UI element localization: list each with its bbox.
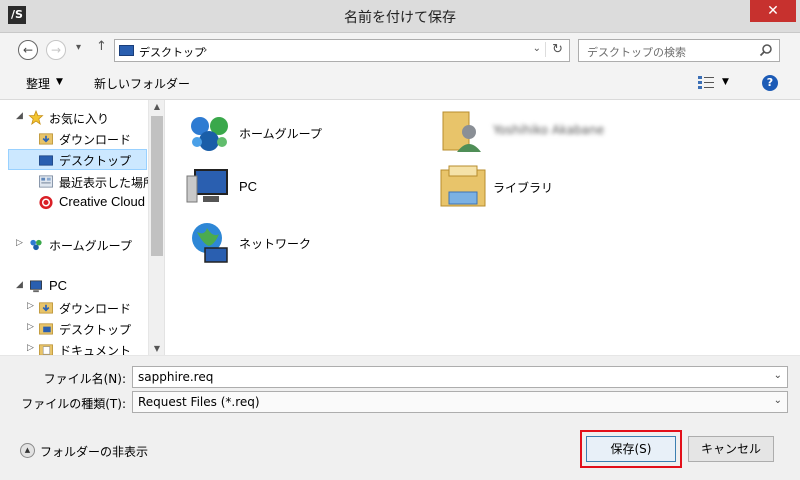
nav-item-homegroup[interactable]: ▷ ホームグループ bbox=[0, 234, 148, 255]
nav-item-creative-cloud[interactable]: Creative Cloud bbox=[0, 192, 148, 213]
save-form: ファイル名(N): sapphire.req ⌄ ファイルの種類(T): Req… bbox=[0, 355, 800, 480]
new-folder-button[interactable]: 新しいフォルダー bbox=[94, 75, 190, 92]
close-button[interactable]: ✕ bbox=[750, 0, 796, 22]
nav-item-pc-documents[interactable]: ▷ ドキュメント bbox=[0, 339, 148, 355]
title-bar: /S 名前を付けて保存 ✕ bbox=[0, 0, 800, 32]
content-item-label: ホームグループ bbox=[239, 127, 322, 141]
nav-item-label: 最近表示した場所 bbox=[59, 176, 156, 190]
file-list-pane: ホームグループ Yoshihiko Akabane PC ライブラリ ネットワー… bbox=[165, 100, 800, 355]
user-folder-icon bbox=[442, 111, 481, 152]
documents-folder-icon bbox=[39, 344, 53, 355]
nav-item-label: ダウンロード bbox=[59, 302, 132, 316]
nav-item-label: ドキュメント bbox=[59, 344, 132, 355]
chevron-right-icon[interactable]: › bbox=[203, 43, 207, 56]
nav-item-label: Creative Cloud bbox=[59, 194, 145, 209]
nav-item-label: デスクトップ bbox=[59, 154, 132, 168]
command-bar: 整理 ▼ 新しいフォルダー ▼ ? bbox=[0, 66, 800, 100]
content-item-label: ネットワーク bbox=[239, 237, 312, 251]
address-history-dropdown[interactable]: ⌄ bbox=[533, 43, 541, 54]
content-item-label: Yoshihiko Akabane bbox=[493, 123, 605, 137]
chevron-down-icon[interactable]: ⌄ bbox=[774, 370, 782, 381]
content-item-homegroup[interactable]: ホームグループ bbox=[185, 108, 405, 158]
libraries-icon bbox=[440, 165, 486, 207]
expanded-icon[interactable]: ◢ bbox=[16, 111, 23, 121]
save-button[interactable]: 保存(S) bbox=[586, 436, 676, 462]
scroll-down-icon[interactable]: ▼ bbox=[149, 344, 164, 353]
view-dropdown-icon[interactable]: ▼ bbox=[722, 77, 729, 87]
address-row: ← → ▾ ↑ デスクトップ › ⌄ ↻ デスクトップの検索 bbox=[0, 32, 800, 66]
forward-button[interactable]: → bbox=[46, 40, 66, 60]
nav-item-label: ダウンロード bbox=[59, 133, 132, 147]
content-item-network[interactable]: ネットワーク bbox=[185, 218, 405, 268]
recent-places-icon bbox=[39, 175, 53, 188]
filename-label: ファイル名(N): bbox=[43, 372, 126, 386]
desktop-icon bbox=[119, 45, 134, 56]
recent-locations-button[interactable]: ▾ bbox=[76, 42, 81, 53]
nav-item-label: お気に入り bbox=[49, 112, 110, 126]
nav-item-label: ホームグループ bbox=[49, 239, 132, 253]
filename-input[interactable]: sapphire.req ⌄ bbox=[132, 366, 788, 388]
search-input[interactable]: デスクトップの検索 bbox=[578, 39, 780, 62]
nav-item-recent-places[interactable]: 最近表示した場所 bbox=[0, 171, 155, 192]
desktop-folder-icon bbox=[39, 323, 53, 335]
help-icon[interactable]: ? bbox=[762, 75, 778, 91]
content-item-libraries[interactable]: ライブラリ bbox=[439, 162, 679, 212]
chevron-down-icon[interactable]: ⌄ bbox=[774, 395, 782, 406]
hide-folders-label[interactable]: フォルダーの非表示 bbox=[40, 443, 148, 460]
scroll-up-icon[interactable]: ▲ bbox=[149, 102, 164, 111]
up-button[interactable]: ↑ bbox=[96, 39, 107, 54]
filename-value[interactable]: sapphire.req bbox=[138, 370, 213, 384]
homegroup-icon bbox=[30, 239, 42, 251]
filetype-select[interactable]: Request Files (*.req) ⌄ bbox=[132, 391, 788, 413]
collapsed-icon[interactable]: ▷ bbox=[27, 322, 34, 332]
filetype-value[interactable]: Request Files (*.req) bbox=[138, 395, 260, 409]
address-bar[interactable]: デスクトップ › ⌄ ↻ bbox=[114, 39, 570, 62]
content-item-user-folder[interactable]: Yoshihiko Akabane bbox=[439, 106, 679, 156]
collapsed-icon[interactable]: ▷ bbox=[27, 301, 34, 311]
nav-item-favorites[interactable]: ◢ お気に入り bbox=[0, 107, 148, 128]
back-button[interactable]: ← bbox=[18, 40, 38, 60]
nav-item-pc-downloads[interactable]: ▷ ダウンロード bbox=[0, 297, 148, 318]
content-item-label: ライブラリ bbox=[493, 181, 554, 195]
cancel-button[interactable]: キャンセル bbox=[688, 436, 774, 462]
pc-icon bbox=[186, 169, 228, 203]
nav-item-pc-desktop[interactable]: ▷ デスクトップ bbox=[0, 318, 148, 339]
nav-item-downloads[interactable]: ダウンロード bbox=[0, 128, 148, 149]
collapsed-icon[interactable]: ▷ bbox=[16, 238, 23, 248]
collapsed-icon[interactable]: ▷ bbox=[27, 343, 34, 353]
expanded-icon[interactable]: ◢ bbox=[16, 280, 23, 290]
content-item-label: PC bbox=[239, 179, 258, 194]
pc-icon bbox=[30, 280, 42, 293]
nav-item-label: PC bbox=[49, 278, 68, 293]
homegroup-icon bbox=[191, 117, 228, 151]
window-title: 名前を付けて保存 bbox=[344, 10, 456, 26]
nav-scrollbar[interactable]: ▲ ▼ bbox=[148, 100, 164, 355]
refresh-button[interactable]: ↻ bbox=[545, 42, 563, 57]
collapse-up-icon[interactable]: ▲ bbox=[20, 443, 35, 458]
nav-item-desktop[interactable]: デスクトップ bbox=[8, 149, 147, 170]
nav-item-pc[interactable]: ◢ PC bbox=[0, 276, 148, 297]
address-path[interactable]: デスクトップ bbox=[139, 44, 205, 60]
search-icon[interactable] bbox=[759, 43, 773, 57]
organize-button[interactable]: 整理 bbox=[26, 75, 50, 92]
star-icon bbox=[28, 110, 44, 125]
navigation-pane: ◢ お気に入り ダウンロード デスクトップ 最近表示した場所 Creative … bbox=[0, 100, 165, 355]
search-placeholder: デスクトップの検索 bbox=[587, 46, 686, 59]
download-folder-icon bbox=[39, 302, 53, 314]
download-folder-icon bbox=[39, 133, 53, 145]
creative-cloud-icon bbox=[39, 195, 53, 210]
desktop-icon bbox=[39, 155, 53, 166]
view-options-icon[interactable] bbox=[698, 76, 714, 90]
nav-item-label: デスクトップ bbox=[59, 323, 132, 337]
scroll-thumb[interactable] bbox=[151, 116, 163, 256]
filetype-label: ファイルの種類(T): bbox=[21, 397, 126, 411]
network-icon bbox=[192, 223, 228, 263]
organize-dropdown-icon[interactable]: ▼ bbox=[56, 77, 63, 87]
content-item-pc[interactable]: PC bbox=[185, 162, 405, 212]
